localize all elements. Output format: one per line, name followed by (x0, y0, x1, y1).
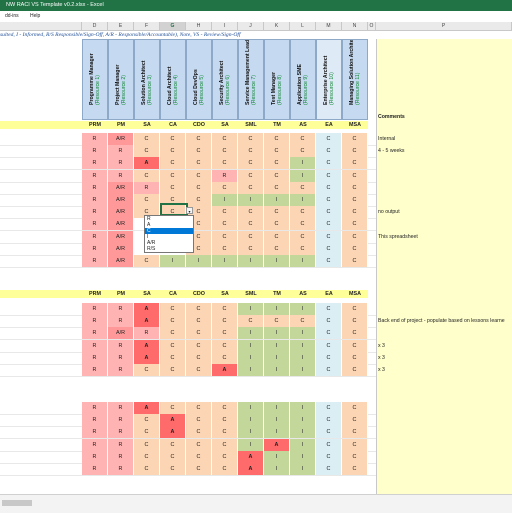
column-header-o[interactable]: O (368, 22, 376, 31)
scrollbar-thumb[interactable] (2, 500, 32, 506)
column-header-e[interactable]: E (108, 22, 134, 31)
role-header: Managing Solution Architect (Resource 11) (342, 39, 368, 120)
role-abbr: CA (160, 290, 186, 298)
role-header-text: Cloud DevOps (Resource 5) (193, 69, 205, 105)
role-resource: (Resource 7) (251, 75, 257, 105)
role-abbr: MSA (342, 121, 368, 129)
role-abbr: PM (108, 290, 134, 298)
role-header: Programme Manager (Resource 1) (82, 39, 108, 120)
role-abbr: SA (212, 290, 238, 298)
role-resource: (Resource 2) (121, 75, 127, 105)
role-header: Service Management Lead (Resource 7) (238, 39, 264, 120)
column-header-p[interactable]: P (376, 22, 512, 31)
role-header-text: Project Manager (Resource 2) (115, 65, 127, 105)
role-resource: (Resource 11) (355, 72, 361, 105)
role-abbr: AS (290, 290, 316, 298)
role-header-text: Test Manager (Resource 8) (271, 72, 283, 105)
role-abbr: PRM (82, 121, 108, 129)
role-header: Solution Architect (Resource 3) (134, 39, 160, 120)
column-header-spacer (0, 22, 82, 31)
role-abbr: PM (108, 121, 134, 129)
role-header-text: Managing Solution Architect (Resource 11) (349, 40, 361, 105)
comments-column (376, 39, 512, 494)
row-comment[interactable]: 4 - 5 weeks (378, 145, 405, 158)
dropdown-arrow-icon[interactable]: ▾ (186, 207, 193, 214)
row-comment[interactable]: x 3 (378, 340, 385, 353)
column-header-m[interactable]: M (316, 22, 342, 31)
menu-item-help[interactable]: Help (25, 13, 45, 19)
abbr-row-band (0, 121, 82, 129)
role-header-text: Cloud Architect (Resource 4) (167, 67, 179, 105)
role-abbr: SA (134, 290, 160, 298)
role-header-text: Programme Manager (Resource 1) (89, 53, 101, 105)
role-resource: (Resource 6) (225, 75, 231, 105)
role-header-text: Security Architect (Resource 6) (219, 61, 231, 105)
column-header-g[interactable]: G (160, 22, 186, 31)
row-comment[interactable]: This spreadsheet (378, 231, 418, 244)
role-header: Security Architect (Resource 6) (212, 39, 238, 120)
row-divider (0, 267, 376, 268)
role-resource: (Resource 1) (95, 75, 101, 105)
role-abbr: EA (316, 121, 342, 129)
menu-item-addins[interactable]: dd-ins (0, 13, 24, 19)
role-resource: (Resource 10) (329, 72, 335, 105)
row-comment[interactable]: no output (378, 206, 400, 219)
column-header-k[interactable]: K (264, 22, 290, 31)
role-abbr: CDO (186, 290, 212, 298)
role-abbr: SML (238, 121, 264, 129)
column-header-i[interactable]: I (212, 22, 238, 31)
comments-header: Comments (378, 114, 405, 120)
role-resource: (Resource 8) (277, 75, 283, 105)
role-resource: (Resource 9) (303, 75, 309, 105)
role-abbr: TM (264, 290, 290, 298)
role-header-text: Solution Architect (Resource 3) (141, 61, 153, 105)
dropdown-option-rs[interactable]: R/S (145, 246, 193, 252)
role-resource: (Resource 4) (173, 75, 179, 105)
role-abbr: SML (238, 290, 264, 298)
role-header: Application SME (Resource 9) (290, 39, 316, 120)
role-abbr: PRM (82, 290, 108, 298)
role-header: Cloud DevOps (Resource 5) (186, 39, 212, 120)
role-header: Cloud Architect (Resource 4) (160, 39, 186, 120)
row-divider (0, 475, 376, 476)
column-header-n[interactable]: N (342, 22, 368, 31)
role-abbr: CA (160, 121, 186, 129)
row-comment[interactable]: x 3 (378, 364, 385, 377)
row-comment[interactable]: Back end of project - populate based on … (378, 315, 505, 328)
role-header-text: Enterprise Architect (Resource 10) (323, 56, 335, 105)
role-abbr: AS (290, 121, 316, 129)
role-abbr: EA (316, 290, 342, 298)
raci-legend: sulted, I - Informed, R/S Responsible/Si… (0, 32, 241, 38)
title-bar: NW RACI VS Template v0.2.xlsx - Excel (0, 0, 512, 11)
row-comment[interactable]: x 3 (378, 352, 385, 365)
column-header-d[interactable]: D (82, 22, 108, 31)
raci-dropdown-list[interactable]: R A C I A/R R/S (144, 215, 194, 253)
role-header-text: Service Management Lead (Resource 7) (245, 40, 257, 105)
row-comment[interactable]: Internal (378, 133, 395, 146)
column-header-h[interactable]: H (186, 22, 212, 31)
role-header: Test Manager (Resource 8) (264, 39, 290, 120)
abbr-row-band (0, 290, 82, 298)
role-abbr: SA (134, 121, 160, 129)
window-title: NW RACI VS Template v0.2.xlsx - Excel (6, 2, 104, 8)
column-header-l[interactable]: L (290, 22, 316, 31)
column-header-j[interactable]: J (238, 22, 264, 31)
role-abbr: CDO (186, 121, 212, 129)
role-abbr: TM (264, 121, 290, 129)
role-header: Enterprise Architect (Resource 10) (316, 39, 342, 120)
role-header: Project Manager (Resource 2) (108, 39, 134, 120)
role-resource: (Resource 5) (199, 75, 205, 105)
role-abbr: SA (212, 121, 238, 129)
role-header-text: Application SME (Resource 9) (297, 64, 309, 105)
horizontal-scrollbar[interactable] (0, 494, 512, 513)
role-resource: (Resource 3) (147, 75, 153, 105)
row-divider (0, 376, 376, 377)
column-header-f[interactable]: F (134, 22, 160, 31)
role-abbr: MSA (342, 290, 368, 298)
